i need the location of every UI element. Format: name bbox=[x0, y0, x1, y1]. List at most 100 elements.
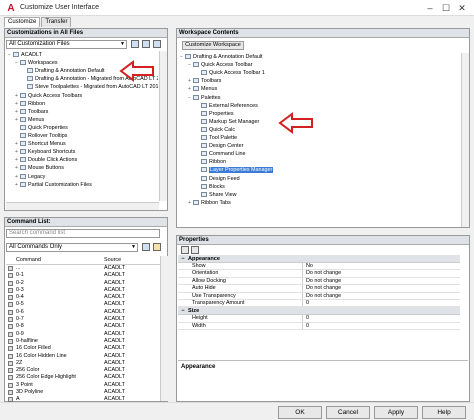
categorized-view-icon[interactable] bbox=[181, 246, 189, 254]
tree-item[interactable]: + Menus bbox=[188, 85, 217, 93]
table-row[interactable]: 0-8 ACADLT bbox=[6, 323, 160, 330]
table-row[interactable]: 0-6 ACADLT bbox=[6, 309, 160, 316]
tree-item[interactable]: + Quick Access Toolbars bbox=[15, 92, 82, 100]
new-command-icon[interactable] bbox=[142, 243, 150, 251]
tree-item[interactable]: + Keyboard Shortcuts bbox=[15, 148, 75, 156]
tree-item[interactable]: + Menus bbox=[15, 116, 44, 124]
customizations-vscroll[interactable] bbox=[159, 51, 167, 201]
tree-item[interactable]: Layer Properties Manager bbox=[196, 166, 274, 174]
tree-item[interactable]: − Drafting & Annotation Default bbox=[180, 53, 263, 61]
tree-item[interactable]: Rollover Tooltips bbox=[15, 132, 67, 140]
help-button[interactable]: Help bbox=[422, 406, 466, 419]
close-button[interactable]: ✕ bbox=[456, 2, 468, 14]
property-category[interactable]: − Appearance bbox=[178, 255, 460, 263]
tree-item[interactable]: Properties bbox=[196, 110, 234, 118]
table-row[interactable]: 0-7 ACADLT bbox=[6, 316, 160, 323]
property-row[interactable]: Auto Hide Do not change bbox=[178, 285, 460, 293]
tree-item[interactable]: Steve Toolpalettes - Migrated from AutoC… bbox=[22, 83, 158, 91]
tree-item[interactable]: Ribbon bbox=[196, 158, 226, 166]
node-icon bbox=[27, 76, 33, 82]
collapse-toggle-icon[interactable]: − bbox=[178, 255, 188, 263]
property-value[interactable]: 0 bbox=[303, 300, 460, 306]
table-row[interactable]: 256 Color ACADLT bbox=[6, 367, 160, 374]
property-category[interactable]: − Size bbox=[178, 307, 460, 316]
tree-item[interactable]: − Quick Access Toolbar bbox=[188, 61, 252, 69]
tree-item[interactable]: Blocks bbox=[196, 183, 225, 191]
property-row[interactable]: Orientation Do not change bbox=[178, 270, 460, 278]
table-row[interactable]: 0-halfline ACADLT bbox=[6, 338, 160, 345]
tree-item[interactable]: + Mouse Buttons bbox=[15, 164, 64, 172]
property-value[interactable]: 0 bbox=[303, 315, 460, 321]
tree-item[interactable]: Share View bbox=[196, 191, 236, 199]
tree-item[interactable]: Drafting & Annotation Default bbox=[22, 67, 105, 75]
tree-item[interactable]: + Toolbars bbox=[188, 77, 221, 85]
command-search-input[interactable]: Search command list bbox=[6, 229, 160, 238]
tree-item[interactable]: + Ribbon Tabs bbox=[188, 199, 231, 207]
tree-item[interactable]: + Ribbon bbox=[15, 100, 45, 108]
property-row[interactable]: Transparency Amount 0 bbox=[178, 299, 460, 308]
table-row[interactable]: 0-4 ACADLT bbox=[6, 294, 160, 301]
maximize-button[interactable]: ☐ bbox=[440, 2, 452, 14]
tree-item[interactable]: + Legacy bbox=[15, 173, 45, 181]
tree-item[interactable]: − Palettes bbox=[188, 94, 220, 102]
column-command[interactable]: Command bbox=[16, 256, 104, 264]
property-value[interactable]: Do not change bbox=[303, 285, 460, 291]
table-row[interactable]: 2Z ACADLT bbox=[6, 360, 160, 367]
table-row[interactable]: 16 Color Filled ACADLT bbox=[6, 345, 160, 352]
table-row[interactable]: 0-2 ACADLT bbox=[6, 280, 160, 287]
table-row[interactable]: 256 Color Edge Highlight ACADLT bbox=[6, 374, 160, 381]
display-filters-icon[interactable] bbox=[153, 40, 161, 48]
property-value[interactable]: Do not change bbox=[303, 293, 460, 299]
workspace-vscroll[interactable] bbox=[461, 53, 469, 227]
tree-item[interactable]: − Workspaces bbox=[15, 59, 58, 67]
cancel-button[interactable]: Cancel bbox=[326, 406, 370, 419]
property-row[interactable]: Use Transparency Do not change bbox=[178, 292, 460, 300]
tree-item[interactable]: Quick Calc bbox=[196, 126, 235, 134]
tree-item[interactable]: External References bbox=[196, 102, 258, 110]
property-row[interactable]: Show No bbox=[178, 263, 460, 271]
tree-item[interactable]: Design Center bbox=[196, 142, 243, 150]
tree-item[interactable]: Command Line bbox=[196, 150, 246, 158]
property-value[interactable]: 0 bbox=[303, 323, 460, 329]
tree-item[interactable]: + Double Click Actions bbox=[15, 156, 77, 164]
minimize-button[interactable]: – bbox=[424, 2, 436, 14]
collapse-toggle-icon[interactable]: − bbox=[178, 307, 188, 315]
column-source[interactable]: Source bbox=[104, 256, 154, 264]
table-row[interactable]: 0-5 ACADLT bbox=[6, 301, 160, 308]
property-value[interactable]: Do not change bbox=[303, 270, 460, 276]
table-row[interactable]: 3D Polyline ACADLT bbox=[6, 389, 160, 396]
tree-item[interactable]: + Toolbars bbox=[15, 108, 48, 116]
customization-files-dropdown[interactable]: All Customization Files ▼ bbox=[6, 40, 127, 49]
table-row[interactable]: 0-1 ACADLT bbox=[6, 272, 160, 279]
table-row[interactable]: 3 Point ACADLT bbox=[6, 382, 160, 389]
ok-button[interactable]: OK bbox=[278, 406, 322, 419]
save-icon[interactable] bbox=[142, 40, 150, 48]
tree-item[interactable]: Design Feed bbox=[196, 175, 240, 183]
tree-item[interactable]: − ACADLT bbox=[8, 51, 42, 59]
command-filter-dropdown[interactable]: All Commands Only ▼ bbox=[6, 243, 138, 252]
table-row[interactable]: 16 Color Hidden Line ACADLT bbox=[6, 353, 160, 360]
star-icon[interactable] bbox=[153, 243, 161, 251]
table-row[interactable]: 0-3 ACADLT bbox=[6, 287, 160, 294]
alphabetical-sort-icon[interactable] bbox=[191, 246, 199, 254]
property-value[interactable]: No bbox=[303, 263, 460, 269]
tree-item[interactable]: Quick Access Toolbar 1 bbox=[196, 69, 265, 77]
tree-item[interactable]: + Shortcut Menus bbox=[15, 140, 66, 148]
command-list-vscroll[interactable] bbox=[160, 256, 168, 401]
property-row[interactable]: Width 0 bbox=[178, 322, 460, 331]
tree-item[interactable]: Tool Palette bbox=[196, 134, 237, 142]
table-row[interactable]: 0-9 ACADLT bbox=[6, 331, 160, 338]
tree-item[interactable]: Quick Properties bbox=[15, 124, 68, 132]
tree-item[interactable]: Markup Set Manager bbox=[196, 118, 259, 126]
tab-customize[interactable]: Customize bbox=[4, 17, 41, 27]
tab-transfer[interactable]: Transfer bbox=[41, 17, 72, 27]
customize-workspace-button[interactable]: Customize Workspace bbox=[182, 41, 244, 50]
open-file-icon[interactable] bbox=[131, 40, 139, 48]
table-row[interactable]: ... ACADLT bbox=[6, 265, 160, 272]
customizations-hscroll[interactable] bbox=[6, 202, 159, 210]
property-row[interactable]: Allow Docking Do not change bbox=[178, 277, 460, 286]
property-value[interactable]: Do not change bbox=[303, 278, 460, 284]
property-row[interactable]: Height 0 bbox=[178, 315, 460, 323]
tree-item[interactable]: + Partial Customization Files bbox=[15, 181, 92, 189]
apply-button[interactable]: Apply bbox=[374, 406, 418, 419]
